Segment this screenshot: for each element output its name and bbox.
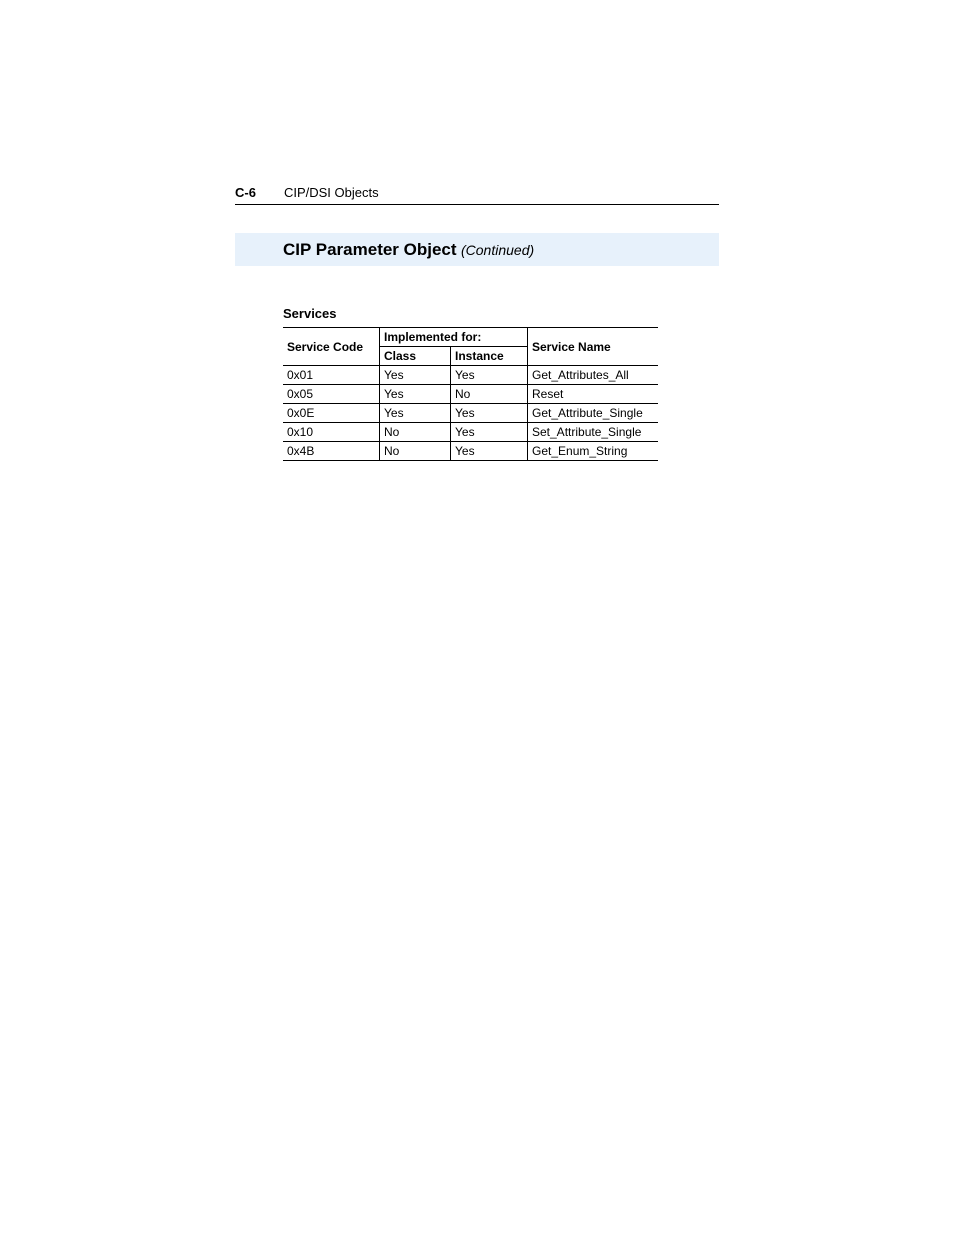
cell-instance: Yes <box>451 442 528 461</box>
cell-class: Yes <box>380 404 451 423</box>
cell-name: Get_Attributes_All <box>528 366 659 385</box>
cell-instance: Yes <box>451 404 528 423</box>
cell-instance: Yes <box>451 423 528 442</box>
title-bar: CIP Parameter Object (Continued) <box>235 233 719 266</box>
page-content: C-6 CIP/DSI Objects CIP Parameter Object… <box>0 0 954 461</box>
title-suffix: (Continued) <box>461 242 534 258</box>
cell-instance: No <box>451 385 528 404</box>
cell-class: Yes <box>380 385 451 404</box>
services-table: Service Code Implemented for: Service Na… <box>283 327 658 461</box>
table-heading: Services <box>283 306 719 321</box>
table-row: 0x4B No Yes Get_Enum_String <box>283 442 658 461</box>
col-instance: Instance <box>451 347 528 366</box>
cell-code: 0x01 <box>283 366 380 385</box>
section-name: CIP/DSI Objects <box>284 185 379 200</box>
title-main: CIP Parameter Object <box>283 240 457 259</box>
cell-code: 0x0E <box>283 404 380 423</box>
cell-name: Reset <box>528 385 659 404</box>
col-implemented-for: Implemented for: <box>380 328 528 347</box>
cell-class: No <box>380 423 451 442</box>
page-number: C-6 <box>235 185 256 200</box>
table-row: 0x05 Yes No Reset <box>283 385 658 404</box>
cell-class: Yes <box>380 366 451 385</box>
page-header: C-6 CIP/DSI Objects <box>235 185 719 205</box>
col-class: Class <box>380 347 451 366</box>
table-row: 0x01 Yes Yes Get_Attributes_All <box>283 366 658 385</box>
cell-name: Get_Enum_String <box>528 442 659 461</box>
table-row: 0x0E Yes Yes Get_Attribute_Single <box>283 404 658 423</box>
table-header-row-1: Service Code Implemented for: Service Na… <box>283 328 658 347</box>
cell-name: Get_Attribute_Single <box>528 404 659 423</box>
cell-instance: Yes <box>451 366 528 385</box>
col-service-code: Service Code <box>283 328 380 366</box>
col-service-name: Service Name <box>528 328 659 366</box>
cell-class: No <box>380 442 451 461</box>
cell-name: Set_Attribute_Single <box>528 423 659 442</box>
content-area: Services Service Code Implemented for: S… <box>283 306 719 461</box>
table-row: 0x10 No Yes Set_Attribute_Single <box>283 423 658 442</box>
cell-code: 0x10 <box>283 423 380 442</box>
cell-code: 0x4B <box>283 442 380 461</box>
cell-code: 0x05 <box>283 385 380 404</box>
